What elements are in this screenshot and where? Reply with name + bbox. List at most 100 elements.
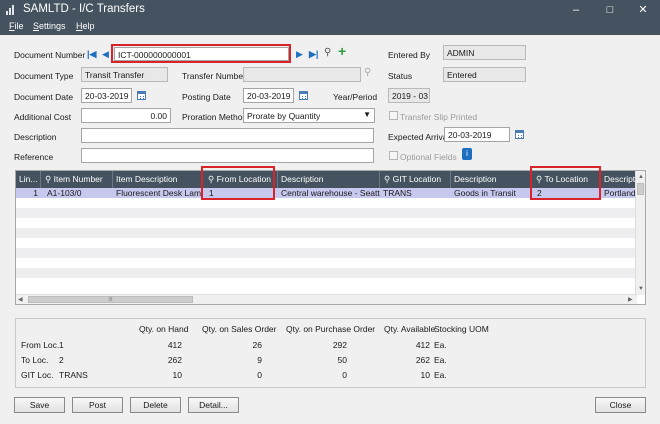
document-number-highlight xyxy=(111,44,291,63)
from-location-highlight xyxy=(201,166,275,200)
cell-item-number[interactable]: A1-103/0 xyxy=(44,188,114,198)
to-loc-code: 2 xyxy=(59,355,64,365)
close-button-label: Close xyxy=(609,400,632,410)
header-qty-on-purchase-order: Qty. on Purchase Order xyxy=(286,324,376,334)
previous-record-icon[interactable]: ◀ xyxy=(102,49,109,59)
search-icon: ⚲ xyxy=(45,174,52,184)
menu-bar: File Settings Help xyxy=(0,20,660,35)
entered-by-label: Entered By xyxy=(388,50,431,60)
git-loc-code: TRANS xyxy=(59,370,88,380)
description-input[interactable] xyxy=(81,128,374,143)
year-period-label: Year/Period xyxy=(333,92,378,102)
transfer-number-search-icon[interactable]: ⚲ xyxy=(364,68,371,78)
header-qty-available: Qty. Available xyxy=(384,324,436,334)
detail-button[interactable]: Detail... xyxy=(188,397,239,413)
column-header-item-number[interactable]: ⚲ Item Number xyxy=(41,171,113,188)
git-loc-on-purchase-order: 0 xyxy=(342,370,347,380)
optional-fields-label: Optional Fields xyxy=(400,152,457,162)
menu-file[interactable]: File xyxy=(9,21,24,31)
maximize-button[interactable]: □ xyxy=(593,0,627,20)
scroll-left-icon[interactable]: ◀ xyxy=(18,296,23,304)
git-loc-on-hand: 10 xyxy=(172,370,182,380)
search-icon: ⚲ xyxy=(384,174,391,184)
post-button[interactable]: Post xyxy=(72,397,123,413)
close-button[interactable]: Close xyxy=(595,397,646,413)
delete-button[interactable]: Delete xyxy=(130,397,181,413)
posting-date-input[interactable]: 20-03-2019 xyxy=(243,88,294,103)
delete-button-label: Delete xyxy=(143,400,168,410)
document-date-label: Document Date xyxy=(14,92,74,102)
cell-line[interactable]: 1 xyxy=(16,188,41,198)
year-period-field: 2019 - 03 xyxy=(388,88,430,103)
transfer-slip-printed-label: Transfer Slip Printed xyxy=(400,112,478,122)
reference-label: Reference xyxy=(14,152,54,162)
column-header-item-number-label: Item Number xyxy=(53,174,103,184)
app-icon xyxy=(6,5,16,15)
cell-from-description[interactable]: Central warehouse - Seattle xyxy=(278,188,380,198)
first-record-icon[interactable]: |◀ xyxy=(87,49,96,59)
cell-git-description[interactable]: Goods in Transit xyxy=(451,188,531,198)
cell-to-description[interactable]: Portland O xyxy=(601,188,636,198)
column-header-line[interactable]: Lin... xyxy=(16,171,41,188)
calendar-icon[interactable] xyxy=(137,91,146,100)
proration-method-label: Proration Method xyxy=(182,112,248,122)
grid-horizontal-scrollbar[interactable]: ◀ III ▶ xyxy=(16,294,637,304)
from-loc-label: From Loc. xyxy=(21,340,60,350)
header-qty-on-hand: Qty. on Hand xyxy=(139,324,189,334)
git-loc-uom: Ea. xyxy=(434,370,447,380)
column-header-git-location-label: GIT Location xyxy=(392,174,442,184)
save-button-label: Save xyxy=(29,400,50,410)
to-loc-available: 262 xyxy=(415,355,430,365)
git-loc-label: GIT Loc. xyxy=(21,370,54,380)
header-stocking-uom: Stocking UOM xyxy=(434,324,489,334)
document-type-label: Document Type xyxy=(14,71,74,81)
scroll-right-icon[interactable]: ▶ xyxy=(628,296,633,304)
reference-input[interactable] xyxy=(81,148,374,163)
calendar-icon[interactable] xyxy=(299,91,308,100)
search-icon[interactable]: ⚲ xyxy=(324,48,331,58)
proration-method-select[interactable]: Prorate by Quantity ▼ xyxy=(243,108,375,123)
document-date-input[interactable]: 20-03-2019 xyxy=(81,88,132,103)
posting-date-label: Posting Date xyxy=(182,92,231,102)
vertical-scroll-thumb[interactable] xyxy=(637,183,644,195)
column-header-to-description[interactable]: Descripti xyxy=(601,171,636,188)
column-header-from-description[interactable]: Description xyxy=(278,171,380,188)
quantities-panel: Qty. on Hand Qty. on Sales Order Qty. on… xyxy=(15,318,646,388)
save-button[interactable]: Save xyxy=(14,397,65,413)
info-icon[interactable]: i xyxy=(462,148,472,160)
cell-item-description[interactable]: Fluorescent Desk Lamp xyxy=(113,188,203,198)
last-record-icon[interactable]: ▶| xyxy=(309,49,318,59)
empty-row xyxy=(16,268,636,278)
scroll-down-icon[interactable]: ▼ xyxy=(638,285,644,293)
additional-cost-input[interactable]: 0.00 xyxy=(81,108,171,123)
to-location-highlight xyxy=(530,166,601,200)
transfer-slip-printed-checkbox[interactable] xyxy=(389,111,398,120)
menu-settings[interactable]: Settings xyxy=(33,21,66,31)
column-header-git-description[interactable]: Description xyxy=(451,171,531,188)
cell-git-location[interactable]: TRANS xyxy=(380,188,451,198)
menu-help[interactable]: Help xyxy=(76,21,95,31)
column-header-git-location[interactable]: ⚲ GIT Location xyxy=(380,171,451,188)
window-title: SAMLTD - I/C Transfers xyxy=(23,3,145,15)
column-header-item-description[interactable]: Item Description xyxy=(113,171,203,188)
dropdown-icon: ▼ xyxy=(363,110,371,119)
calendar-icon[interactable] xyxy=(515,130,524,139)
next-record-icon[interactable]: ▶ xyxy=(296,49,303,59)
transfer-number-input[interactable] xyxy=(243,67,361,82)
to-loc-on-hand: 262 xyxy=(167,355,182,365)
add-icon[interactable]: + xyxy=(338,44,346,58)
grid-vertical-scrollbar[interactable]: ▲ ▼ xyxy=(635,171,645,295)
git-loc-on-sales-order: 0 xyxy=(257,370,262,380)
git-loc-available: 10 xyxy=(420,370,430,380)
horizontal-scroll-thumb[interactable]: III xyxy=(28,296,193,303)
close-window-button[interactable]: ✕ xyxy=(626,0,660,20)
detail-button-label: Detail... xyxy=(199,400,228,410)
scroll-up-icon[interactable]: ▲ xyxy=(638,173,644,181)
title-bar: SAMLTD - I/C Transfers – □ ✕ xyxy=(0,0,660,20)
from-loc-on-purchase-order: 292 xyxy=(332,340,347,350)
minimize-button[interactable]: – xyxy=(559,0,593,20)
from-loc-code: 1 xyxy=(59,340,64,350)
optional-fields-checkbox[interactable] xyxy=(389,151,398,160)
expected-arrival-input[interactable]: 20-03-2019 xyxy=(444,127,510,142)
expected-arrival-label: Expected Arrival xyxy=(388,132,450,142)
